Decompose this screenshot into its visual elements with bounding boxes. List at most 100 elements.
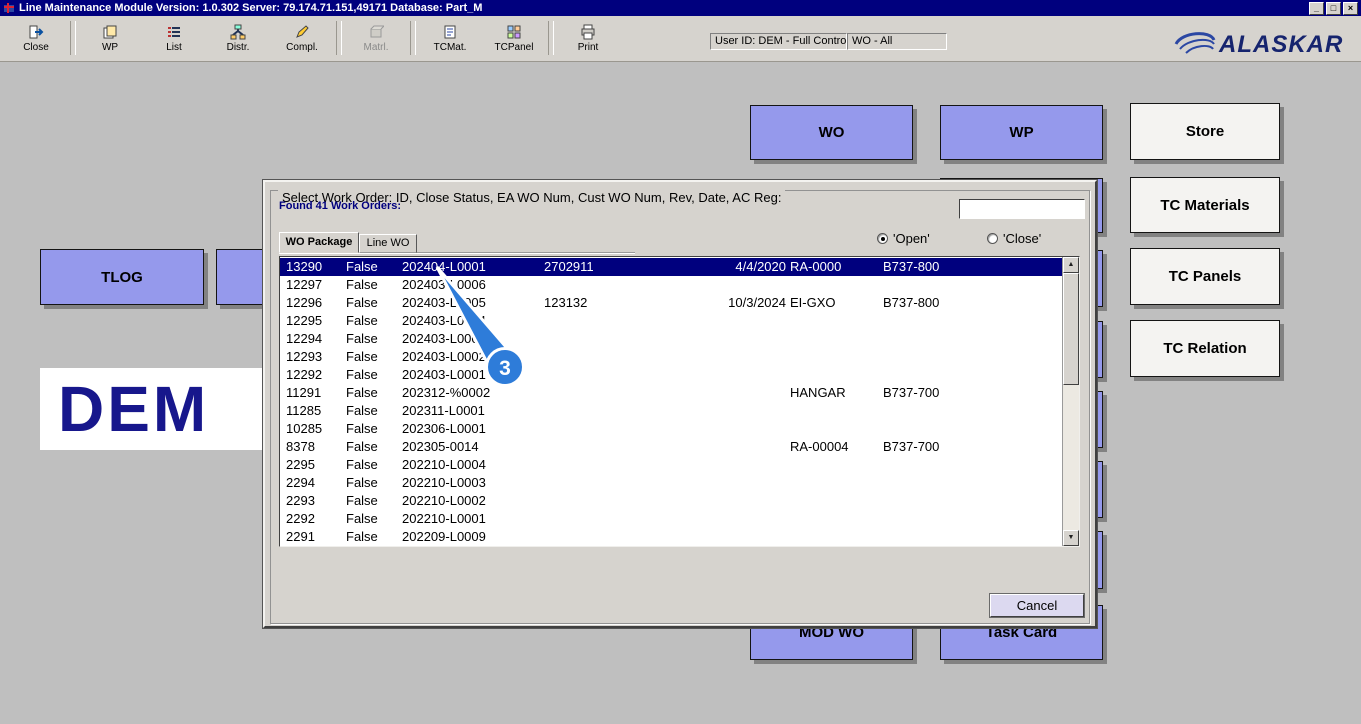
compl-button[interactable]: Compl. [270,19,334,57]
tab-line-wo[interactable]: Line WO [359,234,417,253]
cell-ea-wo-num: 202403-L0004 [402,313,486,328]
minimize-icon[interactable]: _ [1309,1,1324,15]
wo-button[interactable]: WO [750,105,913,160]
radio-close[interactable]: 'Close' [987,231,1041,246]
cell-ea-wo-num: 202210-L0001 [402,511,486,526]
cell-ea-wo-num: 202404-L0001 [402,259,486,274]
store-button[interactable]: Store [1130,103,1280,160]
table-row[interactable]: 2292 False 202210-L0001 [280,510,1062,528]
vertical-scrollbar[interactable]: ▲ ▼ [1062,257,1079,546]
app-icon [3,2,15,14]
work-order-list[interactable]: 13290 False 202404-L0001 2702911 4/4/202… [279,256,1080,547]
search-input[interactable] [959,199,1085,219]
brand-text: ALASKAR [1218,31,1343,58]
cell-id: 12293 [286,349,323,364]
cell-id: 2294 [286,475,315,490]
toolbar: Close WP List Distr. Compl. Matrl. TCMat… [0,16,1361,62]
distribution-icon [230,24,246,40]
radio-open-dot [877,233,888,244]
radio-open[interactable]: 'Open' [877,231,930,246]
scrollbar-thumb[interactable] [1063,273,1079,385]
cell-ac-type: B737-700 [883,385,940,400]
scroll-up-icon[interactable]: ▲ [1063,257,1079,273]
cell-close-status: False [346,331,378,346]
list-button[interactable]: List [142,19,206,57]
table-row[interactable]: 2291 False 202209-L0009 [280,528,1062,546]
table-row[interactable]: 12292 False 202403-L0001 [280,366,1062,384]
scroll-down-icon[interactable]: ▼ [1063,530,1079,546]
table-row[interactable]: 10285 False 202306-L0001 [280,420,1062,438]
cell-close-status: False [346,313,378,328]
cell-close-status: False [346,457,378,472]
cell-close-status: False [346,349,378,364]
table-row[interactable]: 2294 False 202210-L0003 [280,474,1062,492]
dem-banner: DEM [40,368,266,450]
cell-ea-wo-num: 202403-L0002 [402,349,486,364]
restore-icon[interactable]: □ [1326,1,1341,15]
table-row[interactable]: 12296 False 202403-L0005 123132 10/3/202… [280,294,1062,312]
tc-panels-button[interactable]: TC Panels [1130,248,1280,305]
cell-ea-wo-num: 202306-L0001 [402,421,486,436]
window-titlebar: Line Maintenance Module Version: 1.0.302… [0,0,1361,16]
cell-cust-wo-num: 123132 [544,295,588,310]
cell-ac-reg: EI-GXO [790,295,836,310]
cell-ea-wo-num: 202210-L0004 [402,457,486,472]
select-work-order-dialog: Select Work Order: ID, Close Status, EA … [262,179,1098,629]
close-button[interactable]: Close [4,19,68,57]
tlog-button[interactable]: TLOG [40,249,204,305]
distr-button[interactable]: Distr. [206,19,270,57]
wp-button[interactable]: WP [78,19,142,57]
cell-close-status: False [346,439,378,454]
table-row[interactable]: 2295 False 202210-L0004 [280,456,1062,474]
wp-main-button[interactable]: WP [940,105,1103,160]
tcmat-button[interactable]: TCMat. [418,19,482,57]
table-row[interactable]: 12295 False 202403-L0004 [280,312,1062,330]
table-row[interactable]: 8378 False 202305-0014 RA-00004 B737-700 [280,438,1062,456]
cell-id: 12294 [286,331,323,346]
cell-date: 10/3/2024 [728,295,786,310]
cell-ea-wo-num: 202403-L0001 [402,367,486,382]
tc-materials-icon [442,24,458,40]
cell-ea-wo-num: 202312-%0002 [402,385,491,400]
cell-id: 10285 [286,421,323,436]
cell-close-status: False [346,529,378,544]
close-window-icon[interactable]: × [1343,1,1358,15]
table-row[interactable]: 11285 False 202311-L0001 [280,402,1062,420]
cell-id: 2295 [286,457,315,472]
cell-id: 13290 [286,259,323,274]
cancel-button[interactable]: Cancel [989,593,1085,618]
cell-id: 11285 [286,403,322,418]
alaskar-logo: ALASKAR [1172,22,1357,65]
cell-close-status: False [346,421,378,436]
tab-wo-package[interactable]: WO Package [279,232,359,253]
table-row[interactable]: 11291 False 202312-%0002 HANGAR B737-700 [280,384,1062,402]
cell-close-status: False [346,295,378,310]
tcpanel-button[interactable]: TCPanel [482,19,546,57]
cell-ac-type: B737-800 [883,295,940,310]
toolbar-separator [548,21,554,55]
table-row[interactable]: 12293 False 202403-L0002 [280,348,1062,366]
cell-ac-type: B737-800 [883,259,940,274]
cell-id: 12295 [286,313,323,328]
tc-relation-button[interactable]: TC Relation [1130,320,1280,377]
cell-close-status: False [346,493,378,508]
table-row[interactable]: 12294 False 202403-L0003 [280,330,1062,348]
table-row[interactable]: 13290 False 202404-L0001 2702911 4/4/202… [280,258,1079,276]
pencil-icon [294,24,310,40]
cell-id: 12297 [286,277,323,292]
table-row[interactable]: 12297 False 202403-L0006 [280,276,1062,294]
wo-list: 13290 False 202404-L0001 2702911 4/4/202… [280,258,1079,546]
cell-id: 12292 [286,367,323,382]
window-title: Line Maintenance Module Version: 1.0.302… [19,2,483,14]
tc-materials-button[interactable]: TC Materials [1130,177,1280,233]
matrl-button: Matrl. [344,19,408,57]
cell-id: 2291 [286,529,315,544]
cell-close-status: False [346,475,378,490]
cell-close-status: False [346,259,378,274]
print-button[interactable]: Print [556,19,620,57]
wo-filter-field: WO - All [847,33,947,50]
toolbar-separator [410,21,416,55]
table-row[interactable]: 2293 False 202210-L0002 [280,492,1062,510]
cell-date: 4/4/2020 [735,259,786,274]
cell-close-status: False [346,511,378,526]
